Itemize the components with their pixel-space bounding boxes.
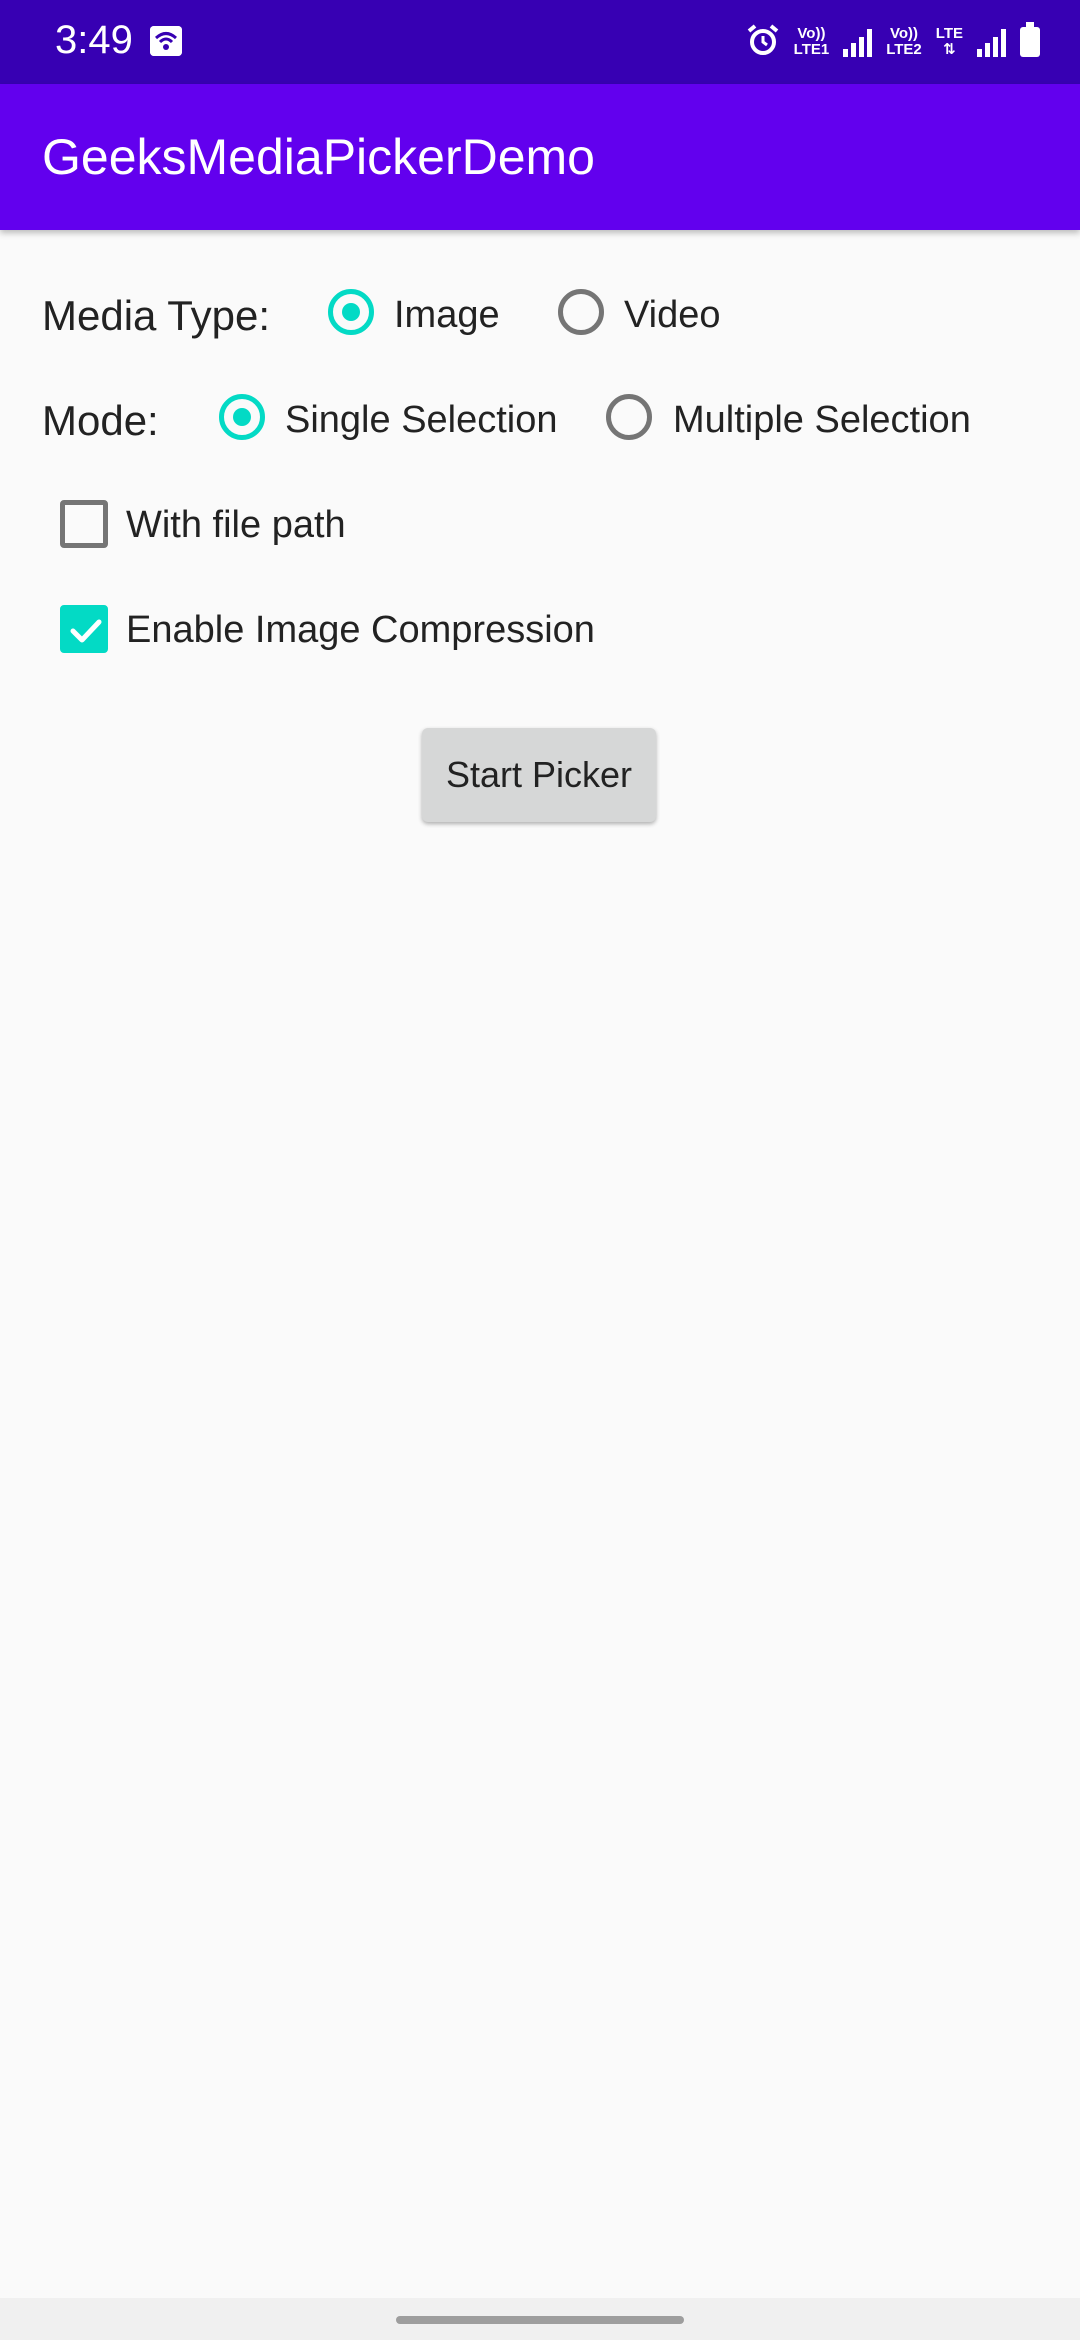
home-gesture-handle[interactable] [396, 2316, 684, 2324]
radio-video[interactable] [558, 289, 604, 335]
mode-label: Mode: [42, 397, 159, 444]
radio-single-selection[interactable] [219, 394, 265, 440]
radio-multiple-selection-label[interactable]: Multiple Selection [673, 399, 971, 442]
status-bar: 3:49 Vo)) LTE1 Vo)) LTE2 LTE ⇅ [0, 0, 1080, 84]
navigation-bar [0, 2298, 1080, 2340]
battery-icon [1020, 22, 1040, 57]
wifi-icon [150, 26, 182, 56]
radio-image-label[interactable]: Image [394, 294, 500, 337]
mode-row: Mode: Single Selection Multiple Selectio… [0, 385, 1080, 455]
with-file-path-row: With file path [0, 490, 1080, 560]
image-compression-row: Enable Image Compression [0, 595, 1080, 665]
sim2-lte-indicator: Vo)) LTE2 [886, 26, 922, 58]
sim1-lte-indicator: Vo)) LTE1 [794, 26, 830, 58]
sim1-volte-label: Vo)) [797, 25, 826, 42]
media-type-label: Media Type: [42, 292, 271, 339]
network-type-indicator: LTE ⇅ [936, 26, 963, 58]
sim2-lte-label: LTE2 [886, 41, 922, 58]
image-compression-label[interactable]: Enable Image Compression [126, 609, 595, 652]
app-title: GeeksMediaPickerDemo [42, 129, 595, 185]
radio-video-label[interactable]: Video [624, 294, 721, 337]
sim1-lte-label: LTE1 [793, 41, 830, 58]
media-type-row: Media Type: Image Video [0, 280, 1080, 350]
network-type-label: LTE [935, 25, 963, 42]
with-file-path-checkbox[interactable] [60, 500, 108, 548]
with-file-path-label[interactable]: With file path [126, 504, 346, 547]
data-arrows-icon: ⇅ [943, 41, 956, 58]
sim2-volte-label: Vo)) [889, 25, 919, 42]
status-time: 3:49 [55, 18, 133, 62]
start-picker-button[interactable]: Start Picker [422, 728, 656, 822]
app-bar: GeeksMediaPickerDemo [0, 84, 1080, 230]
alarm-icon [746, 23, 780, 62]
radio-multiple-selection[interactable] [606, 394, 652, 440]
signal-icon [843, 27, 873, 57]
radio-image[interactable] [328, 289, 374, 335]
signal-icon [977, 27, 1006, 57]
check-icon [70, 619, 102, 643]
status-icons: Vo)) LTE1 Vo)) LTE2 LTE ⇅ [746, 20, 1040, 64]
image-compression-checkbox[interactable] [60, 605, 108, 653]
radio-single-selection-label[interactable]: Single Selection [285, 399, 558, 442]
